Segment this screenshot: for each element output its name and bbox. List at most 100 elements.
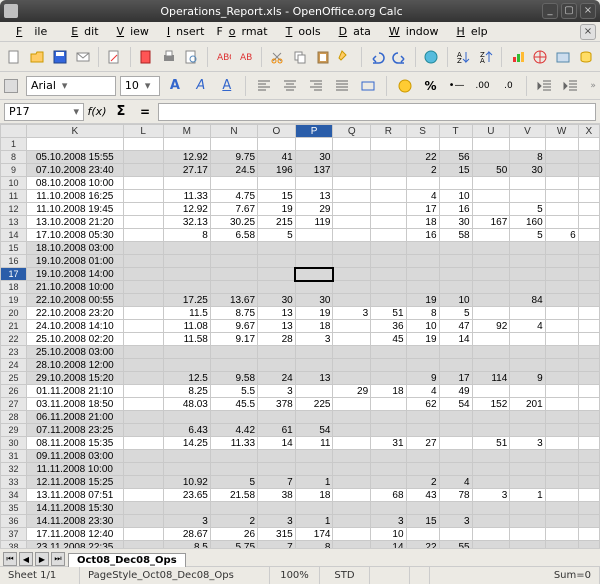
cell-K17[interactable]: 19.10.2008 14:00 [26, 268, 123, 281]
cell-R16[interactable] [371, 255, 406, 268]
formula-input[interactable] [158, 103, 596, 121]
cell-W37[interactable] [545, 528, 578, 541]
cell-R34[interactable]: 68 [371, 489, 406, 502]
cell-N15[interactable] [210, 242, 257, 255]
cell-R36[interactable]: 3 [371, 515, 406, 528]
cell-P21[interactable]: 18 [295, 320, 333, 333]
cell-S23[interactable] [406, 346, 439, 359]
styles-button[interactable] [4, 79, 18, 93]
cell-K26[interactable]: 01.11.2008 21:10 [26, 385, 123, 398]
cell-U14[interactable] [472, 229, 510, 242]
minimize-button[interactable]: _ [542, 3, 558, 19]
cell-K10[interactable]: 08.10.2008 10:00 [26, 177, 123, 190]
cell-U31[interactable] [472, 450, 510, 463]
cell-T12[interactable]: 16 [439, 203, 472, 216]
cell-T35[interactable] [439, 502, 472, 515]
cell-V24[interactable] [510, 359, 545, 372]
cell-W25[interactable] [545, 372, 578, 385]
cell-W34[interactable] [545, 489, 578, 502]
cell-K35[interactable]: 14.11.2008 15:30 [26, 502, 123, 515]
cell-P11[interactable]: 13 [295, 190, 333, 203]
cell-Q22[interactable] [333, 333, 371, 346]
cell-M25[interactable]: 12.5 [163, 372, 210, 385]
cell-L37[interactable] [123, 528, 163, 541]
print-button[interactable] [158, 46, 179, 68]
function-wizard-button[interactable]: f(x) [86, 101, 108, 123]
cell-L29[interactable] [123, 424, 163, 437]
cell-S22[interactable]: 19 [406, 333, 439, 346]
cell-R11[interactable] [371, 190, 406, 203]
cell-O36[interactable]: 3 [258, 515, 296, 528]
cell-U30[interactable]: 51 [472, 437, 510, 450]
datasources-button[interactable] [575, 46, 596, 68]
percent-button[interactable]: % [420, 75, 442, 97]
cell-V23[interactable] [510, 346, 545, 359]
row-header-22[interactable]: 22 [1, 333, 27, 346]
tab-next-button[interactable]: ▶ [35, 552, 49, 566]
cell-Q8[interactable] [333, 151, 371, 164]
cell-R33[interactable] [371, 476, 406, 489]
cell-O37[interactable]: 315 [258, 528, 296, 541]
cell-Q32[interactable] [333, 463, 371, 476]
status-pagestyle[interactable]: PageStyle_Oct08_Dec08_Ops [80, 567, 270, 584]
cell-V19[interactable]: 84 [510, 294, 545, 307]
maximize-button[interactable]: ▢ [561, 3, 577, 19]
cell-M32[interactable] [163, 463, 210, 476]
cell-L13[interactable] [123, 216, 163, 229]
function-button[interactable]: = [134, 101, 156, 123]
row-header-30[interactable]: 30 [1, 437, 27, 450]
row-header-10[interactable]: 10 [1, 177, 27, 190]
cell-R35[interactable] [371, 502, 406, 515]
cell-K37[interactable]: 17.11.2008 12:40 [26, 528, 123, 541]
cell-T24[interactable] [439, 359, 472, 372]
cell-P8[interactable]: 30 [295, 151, 333, 164]
cell-M26[interactable]: 8.25 [163, 385, 210, 398]
cell-X36[interactable] [578, 515, 599, 528]
cell-K9[interactable]: 07.10.2008 23:40 [26, 164, 123, 177]
cell-O26[interactable]: 3 [258, 385, 296, 398]
cell-N21[interactable]: 9.67 [210, 320, 257, 333]
cell-L36[interactable] [123, 515, 163, 528]
cell-P35[interactable] [295, 502, 333, 515]
cell-L1[interactable] [123, 138, 163, 151]
cell-U29[interactable] [472, 424, 510, 437]
cell-M23[interactable] [163, 346, 210, 359]
cell-V11[interactable] [510, 190, 545, 203]
cell-S34[interactable]: 43 [406, 489, 439, 502]
cell-Q33[interactable] [333, 476, 371, 489]
cell-Q19[interactable] [333, 294, 371, 307]
cell-O31[interactable] [258, 450, 296, 463]
cell-N31[interactable] [210, 450, 257, 463]
cell-U23[interactable] [472, 346, 510, 359]
cell-W30[interactable] [545, 437, 578, 450]
cell-P9[interactable]: 137 [295, 164, 333, 177]
row-header-38[interactable]: 38 [1, 541, 27, 549]
cell-M19[interactable]: 17.25 [163, 294, 210, 307]
cell-L17[interactable] [123, 268, 163, 281]
cell-S30[interactable]: 27 [406, 437, 439, 450]
cell-L11[interactable] [123, 190, 163, 203]
sort-asc-button[interactable]: AZ [453, 46, 474, 68]
cell-W18[interactable] [545, 281, 578, 294]
redo-button[interactable] [389, 46, 410, 68]
cell-Q30[interactable] [333, 437, 371, 450]
cell-M33[interactable]: 10.92 [163, 476, 210, 489]
cell-P28[interactable] [295, 411, 333, 424]
add-decimal-button[interactable]: .00 [472, 75, 494, 97]
cell-R23[interactable] [371, 346, 406, 359]
cell-O32[interactable] [258, 463, 296, 476]
edit-file-button[interactable] [104, 46, 125, 68]
cell-S24[interactable] [406, 359, 439, 372]
cell-M13[interactable]: 32.13 [163, 216, 210, 229]
cell-T27[interactable]: 54 [439, 398, 472, 411]
tab-last-button[interactable]: ⏭ [51, 552, 65, 566]
cell-V22[interactable] [510, 333, 545, 346]
cell-M35[interactable] [163, 502, 210, 515]
cell-P27[interactable]: 225 [295, 398, 333, 411]
cell-Q28[interactable] [333, 411, 371, 424]
cell-P14[interactable] [295, 229, 333, 242]
cell-M34[interactable]: 23.65 [163, 489, 210, 502]
cell-O33[interactable]: 7 [258, 476, 296, 489]
cell-V9[interactable]: 30 [510, 164, 545, 177]
cell-N32[interactable] [210, 463, 257, 476]
